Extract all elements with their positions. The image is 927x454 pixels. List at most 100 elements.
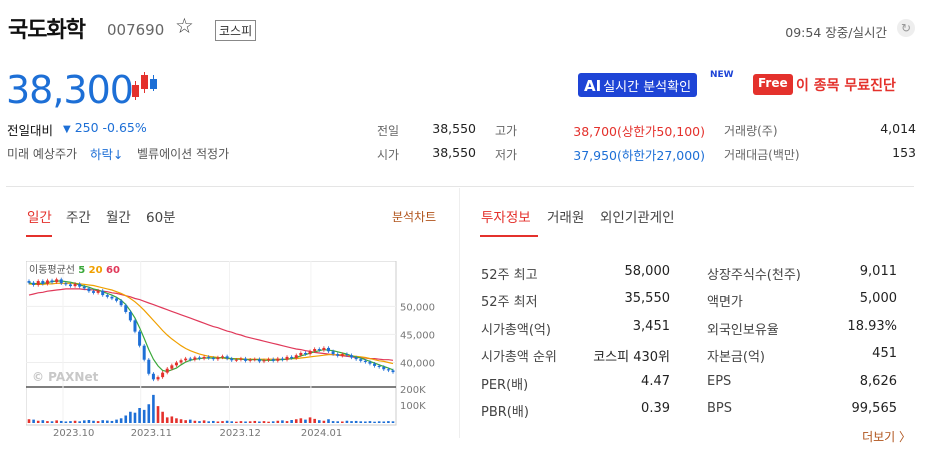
volume-bar [41, 420, 45, 423]
low-value: 37,950(하한가27,000) [573, 148, 705, 163]
candle-body [280, 358, 284, 360]
volume-bar [267, 421, 270, 423]
volume-bar [294, 419, 298, 423]
volume-bar [96, 421, 100, 423]
stock-code: 007690 [107, 21, 165, 39]
volume-bar [230, 421, 234, 423]
volume-bar [78, 421, 81, 423]
candle-body [64, 283, 68, 285]
market-badge: 코스피 [215, 20, 257, 41]
tab-weekly[interactable]: 주간 [66, 206, 91, 226]
volume-bar [359, 421, 363, 423]
volume-bar [382, 421, 386, 423]
volume-bar [152, 394, 155, 423]
candle-body [197, 357, 201, 359]
legend-item: 이동평균선 [29, 264, 78, 276]
volume-bar [59, 420, 63, 423]
analysis-chart-link[interactable]: 분석차트 [392, 208, 436, 225]
volume-bar [313, 418, 316, 423]
tab-monthly[interactable]: 월간 [106, 206, 131, 226]
volume-bar [64, 421, 68, 423]
volume-bar [27, 419, 31, 423]
candle-body [359, 359, 363, 361]
ai-label: AI [584, 77, 602, 95]
volume-bar [225, 420, 229, 423]
candle-chart-icon[interactable] [130, 71, 160, 101]
prev-day-label: 전일대비 [7, 123, 54, 138]
tab-foreign-institution[interactable]: 외인기관게인 [600, 206, 675, 226]
volume-value: 4,014 [880, 121, 916, 136]
invest-value: 99,565 [851, 401, 898, 416]
candle-body [207, 356, 211, 359]
volume-bar [156, 406, 160, 423]
ai-analysis-button[interactable]: AI 실시간 분석확인 [578, 73, 698, 97]
future-price-label: 미래 예상주가 [7, 147, 78, 161]
tab-60min[interactable]: 60분 [146, 206, 176, 226]
valuation-link[interactable]: 벨류에이션 적정가 [137, 145, 229, 162]
volume-bar [110, 420, 114, 423]
candle-body [313, 349, 317, 352]
volume-bar [82, 420, 86, 423]
tab-broker[interactable]: 거래원 [547, 206, 584, 226]
volume-bar [175, 418, 178, 423]
invest-label: 52주 최저 [481, 295, 538, 311]
volume-bar [299, 418, 303, 423]
candle-body [110, 296, 114, 299]
candle-body [221, 356, 225, 358]
free-diagnosis-link[interactable]: 이 종목 무료진단 [796, 75, 896, 95]
candle-body [317, 349, 321, 351]
volume-bar [198, 421, 201, 423]
down-arrow-icon: ▼ [63, 124, 71, 135]
candle-body [299, 352, 303, 356]
free-badge[interactable]: Free [753, 74, 793, 95]
volume-bar [377, 421, 381, 423]
invest-value: 코스피 430위 [593, 350, 670, 366]
favorite-star-icon[interactable]: ☆ [175, 14, 194, 38]
volume-bar [212, 420, 215, 423]
new-tag: NEW [710, 70, 734, 80]
volume-bar [184, 420, 187, 423]
candle-body [96, 290, 100, 293]
tab-underline-right [480, 235, 538, 237]
candle-body [363, 360, 367, 362]
volume-bar [322, 420, 326, 423]
volume-label: 거래량(주) [724, 124, 778, 138]
volume-bar [101, 420, 105, 423]
open-label: 시가 [377, 148, 400, 162]
volume-bar [179, 419, 183, 423]
candle-body [234, 359, 238, 361]
candle-body [138, 331, 142, 346]
candle-body [386, 369, 390, 371]
y-tick-label: 40,000 [400, 359, 435, 370]
invest-value: 9,011 [859, 264, 897, 279]
volume-bar [87, 420, 91, 423]
invest-value: 58,000 [624, 264, 671, 279]
tab-invest-info[interactable]: 투자정보 [481, 206, 531, 226]
ai-analysis-label: 실시간 분석확인 [603, 80, 692, 95]
price-change: ▼ 250 -0.65% [63, 120, 147, 135]
price-chart[interactable]: 50,000 45,000 40,000 200K 100K 2023.10 2023.11… [26, 261, 438, 437]
invest-value: 451 [872, 346, 897, 362]
candle-body [55, 279, 59, 283]
candle-body [151, 373, 155, 380]
x-tick-label: 2023.10 [53, 428, 94, 437]
candle-body [184, 358, 188, 361]
candle-body [262, 360, 266, 362]
amount-value: 153 [892, 145, 916, 160]
volume-bar [336, 421, 340, 423]
invest-label: PBR(배) [481, 405, 529, 420]
candle-body [211, 358, 215, 360]
volume-bar [129, 411, 132, 423]
more-link[interactable]: 더보기 〉 [862, 428, 911, 445]
future-price-value[interactable]: 하락↓ [90, 144, 123, 163]
chart-legend: 이동평균선 5 20 60 [29, 264, 120, 276]
candle-body [165, 368, 169, 373]
candle-body [147, 359, 151, 374]
tab-daily[interactable]: 일간 [27, 206, 52, 226]
volume-bar [69, 421, 72, 423]
invest-value: 4.47 [641, 373, 670, 389]
volume-bar [170, 416, 174, 423]
refresh-icon[interactable]: ↻ [897, 19, 915, 37]
stock-name: 국도화학 [8, 18, 86, 43]
volume-bar [55, 420, 58, 423]
